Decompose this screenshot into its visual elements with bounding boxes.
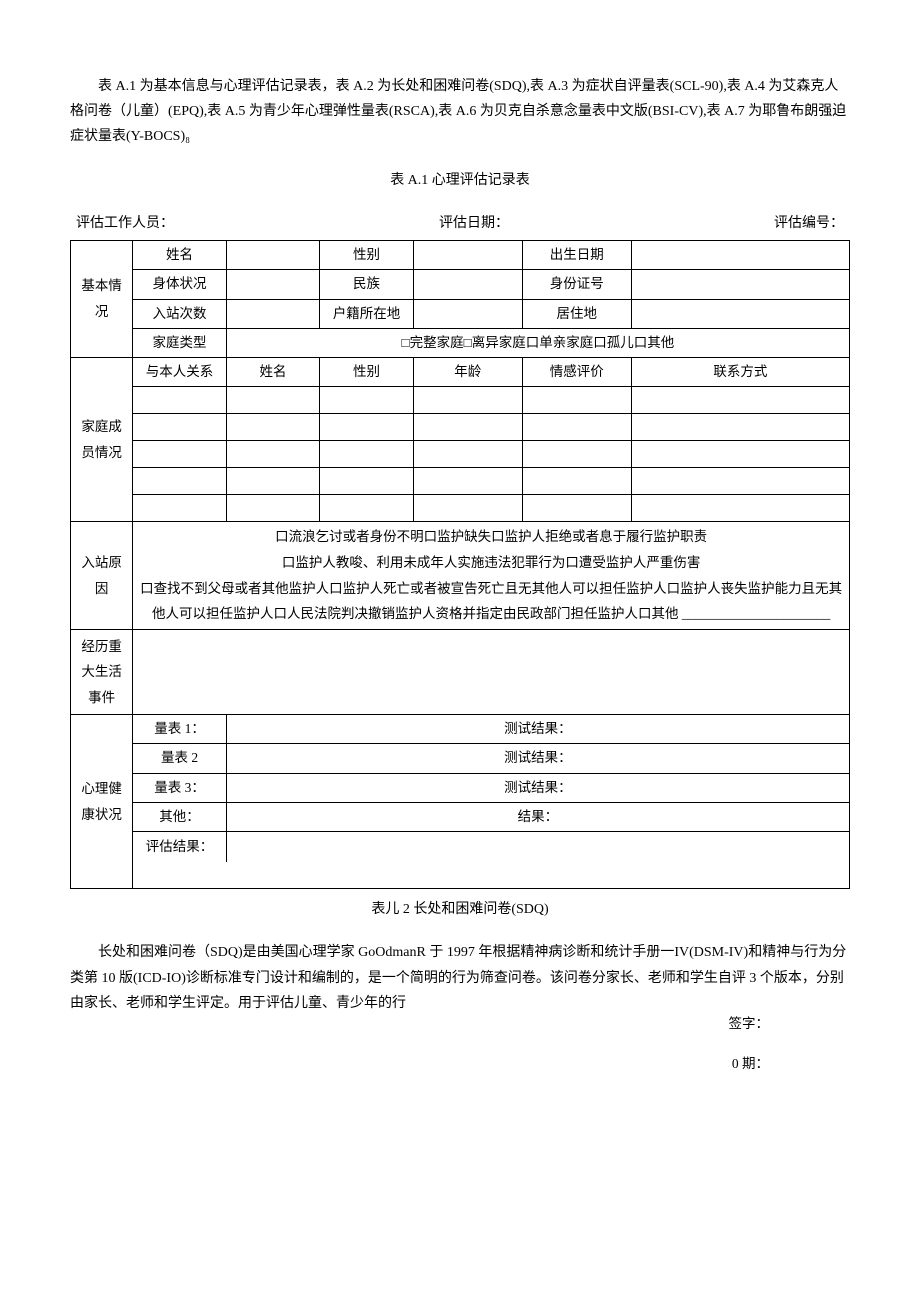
- label-visits: 入站次数: [133, 299, 226, 328]
- fam-cell[interactable]: [133, 468, 226, 495]
- label-hukou: 户籍所在地: [320, 299, 413, 328]
- psych-group: 心理健康状况: [71, 714, 133, 888]
- eval-blank[interactable]: [226, 832, 849, 863]
- fam-cell[interactable]: [631, 414, 849, 441]
- fam-cell[interactable]: [320, 441, 413, 468]
- assessment-form: 基本情况 姓名 性别 出生日期 身体状况 民族 身份证号 入站次数 户籍所在地 …: [70, 240, 850, 889]
- result-scale1[interactable]: 测试结果：: [226, 714, 849, 743]
- fam-cell[interactable]: [522, 387, 631, 414]
- eval-signature-area[interactable]: 签字： 0 期：: [133, 862, 850, 889]
- meta-id-label: 评估编号：: [774, 211, 844, 236]
- result-scale2[interactable]: 测试结果：: [226, 744, 849, 773]
- field-hukou[interactable]: [413, 299, 522, 328]
- result-scale3[interactable]: 测试结果：: [226, 773, 849, 802]
- label-eval: 评估结果：: [133, 832, 226, 863]
- fam-cell[interactable]: [320, 495, 413, 522]
- fam-cell[interactable]: [413, 441, 522, 468]
- label-ethnic: 民族: [320, 270, 413, 299]
- field-dob[interactable]: [631, 240, 849, 269]
- label-dob: 出生日期: [522, 240, 631, 269]
- fam-cell[interactable]: [320, 414, 413, 441]
- fam-cell[interactable]: [226, 414, 319, 441]
- th-contact: 联系方式: [631, 358, 849, 387]
- fam-cell[interactable]: [522, 495, 631, 522]
- meta-date-label: 评估日期：: [439, 211, 509, 236]
- table-a2-caption: 表儿 2 长处和困难问卷(SDQ): [70, 897, 850, 922]
- reason-group: 入站原因: [71, 522, 133, 630]
- result-other[interactable]: 结果：: [226, 802, 849, 831]
- th-emotion: 情感评价: [522, 358, 631, 387]
- fam-cell[interactable]: [413, 495, 522, 522]
- label-family-type: 家庭类型: [133, 328, 226, 357]
- fam-cell[interactable]: [226, 441, 319, 468]
- th-fage: 年龄: [413, 358, 522, 387]
- fam-cell[interactable]: [631, 468, 849, 495]
- label-sex: 性别: [320, 240, 413, 269]
- field-visits[interactable]: [226, 299, 319, 328]
- label-scale2: 量表 2: [133, 744, 226, 773]
- label-other: 其他：: [133, 802, 226, 831]
- fam-cell[interactable]: [522, 468, 631, 495]
- field-body[interactable]: [226, 270, 319, 299]
- events-field[interactable]: [133, 629, 850, 714]
- field-idno[interactable]: [631, 270, 849, 299]
- field-name[interactable]: [226, 240, 319, 269]
- th-relation: 与本人关系: [133, 358, 226, 387]
- fam-cell[interactable]: [631, 387, 849, 414]
- label-idno: 身份证号: [522, 270, 631, 299]
- fam-cell[interactable]: [522, 414, 631, 441]
- fam-cell[interactable]: [226, 387, 319, 414]
- field-ethnic[interactable]: [413, 270, 522, 299]
- fam-cell[interactable]: [320, 468, 413, 495]
- label-scale3: 量表 3：: [133, 773, 226, 802]
- th-fsex: 性别: [320, 358, 413, 387]
- label-residence: 居住地: [522, 299, 631, 328]
- fam-cell[interactable]: [133, 495, 226, 522]
- intro-paragraph: 表 A.1 为基本信息与心理评估记录表，表 A.2 为长处和困难问卷(SDQ),…: [70, 74, 850, 150]
- th-fname: 姓名: [226, 358, 319, 387]
- fam-cell[interactable]: [133, 441, 226, 468]
- label-body: 身体状况: [133, 270, 226, 299]
- fam-cell[interactable]: [133, 414, 226, 441]
- fam-cell[interactable]: [226, 468, 319, 495]
- sdq-paragraph: 长处和困难问卷（SDQ)是由美国心理学家 GoOdmanR 于 1997 年根据…: [70, 940, 850, 1016]
- meta-row: 评估工作人员： 评估日期： 评估编号：: [70, 211, 850, 240]
- basic-group: 基本情况: [71, 240, 133, 357]
- signature-label: 签字：: [729, 1012, 770, 1036]
- field-sex[interactable]: [413, 240, 522, 269]
- family-type-options[interactable]: □完整家庭□离异家庭口单亲家庭口孤儿口其他: [226, 328, 849, 357]
- label-scale1: 量表 1：: [133, 714, 226, 743]
- fam-cell[interactable]: [413, 468, 522, 495]
- family-group: 家庭成员情况: [71, 358, 133, 522]
- fam-cell[interactable]: [320, 387, 413, 414]
- field-residence[interactable]: [631, 299, 849, 328]
- reason-options[interactable]: 口流浪乞讨或者身份不明口监护缺失口监护人拒绝或者息于履行监护职责 口监护人教唆、…: [133, 522, 850, 630]
- label-name: 姓名: [133, 240, 226, 269]
- fam-cell[interactable]: [413, 387, 522, 414]
- fam-cell[interactable]: [631, 441, 849, 468]
- table-a1-caption: 表 A.1 心理评估记录表: [70, 168, 850, 193]
- events-group: 经历重大生活事件: [71, 629, 133, 714]
- fam-cell[interactable]: [522, 441, 631, 468]
- fam-cell[interactable]: [631, 495, 849, 522]
- fam-cell[interactable]: [226, 495, 319, 522]
- date-label: 0 期：: [732, 1052, 769, 1076]
- fam-cell[interactable]: [133, 387, 226, 414]
- fam-cell[interactable]: [413, 414, 522, 441]
- meta-staff-label: 评估工作人员：: [76, 211, 174, 236]
